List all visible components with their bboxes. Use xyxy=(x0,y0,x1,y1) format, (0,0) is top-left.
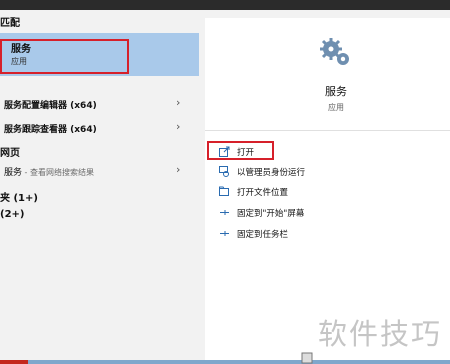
best-match-header: 匹配 xyxy=(0,18,20,29)
web-search-suffix: - 查看网络搜索结果 xyxy=(22,168,94,177)
divider xyxy=(205,130,450,131)
web-header: 网页 xyxy=(0,148,20,159)
list-item-service-trace-viewer[interactable]: 服务跟踪查看器 (x64) › xyxy=(0,118,199,138)
chevron-right-icon[interactable]: › xyxy=(176,120,180,133)
gears-icon xyxy=(320,38,349,65)
action-label: 以管理员身份运行 xyxy=(237,168,306,178)
folder-icon xyxy=(219,186,229,196)
action-label: 固定到"开始"屏幕 xyxy=(237,209,305,219)
list-item-web-search[interactable]: 服务 - 查看网络搜索结果 › xyxy=(0,161,199,181)
pin-icon xyxy=(220,231,229,236)
action-pin-to-taskbar[interactable]: 固定到任务栏 xyxy=(215,227,415,243)
open-highlight xyxy=(207,141,274,160)
action-pin-to-start[interactable]: 固定到"开始"屏幕 xyxy=(215,206,415,222)
taskbar-accent xyxy=(0,360,28,364)
action-label: 打开文件位置 xyxy=(237,188,289,198)
action-label: 固定到任务栏 xyxy=(237,230,289,240)
taskbar xyxy=(0,360,450,364)
documents-header[interactable]: (2+) xyxy=(0,209,24,220)
app-subtitle: 应用 xyxy=(328,103,344,112)
best-match-subtitle: 应用 xyxy=(11,57,27,66)
list-item-label: 服务 - 查看网络搜索结果 xyxy=(4,165,94,178)
web-search-term: 服务 xyxy=(4,168,23,178)
action-open-file-location[interactable]: 打开文件位置 xyxy=(215,185,415,201)
action-run-as-admin[interactable]: 以管理员身份运行 xyxy=(215,165,415,181)
cursor-icon xyxy=(301,352,313,364)
top-bar xyxy=(0,0,450,10)
list-item-label: 服务配置编辑器 (x64) xyxy=(4,101,97,111)
chevron-right-icon[interactable]: › xyxy=(176,163,180,176)
app-title: 服务 xyxy=(325,85,347,98)
chevron-right-icon[interactable]: › xyxy=(176,96,180,109)
folders-header[interactable]: 夹 (1+) xyxy=(0,189,38,204)
shield-run-icon xyxy=(219,166,229,177)
pin-icon xyxy=(220,210,229,215)
best-match-title: 服务 xyxy=(11,44,31,55)
watermark: 软件技巧 xyxy=(318,317,443,351)
list-item-service-config-editor[interactable]: 服务配置编辑器 (x64) › xyxy=(0,94,199,114)
list-item-label: 服务跟踪查看器 (x64) xyxy=(4,125,97,135)
